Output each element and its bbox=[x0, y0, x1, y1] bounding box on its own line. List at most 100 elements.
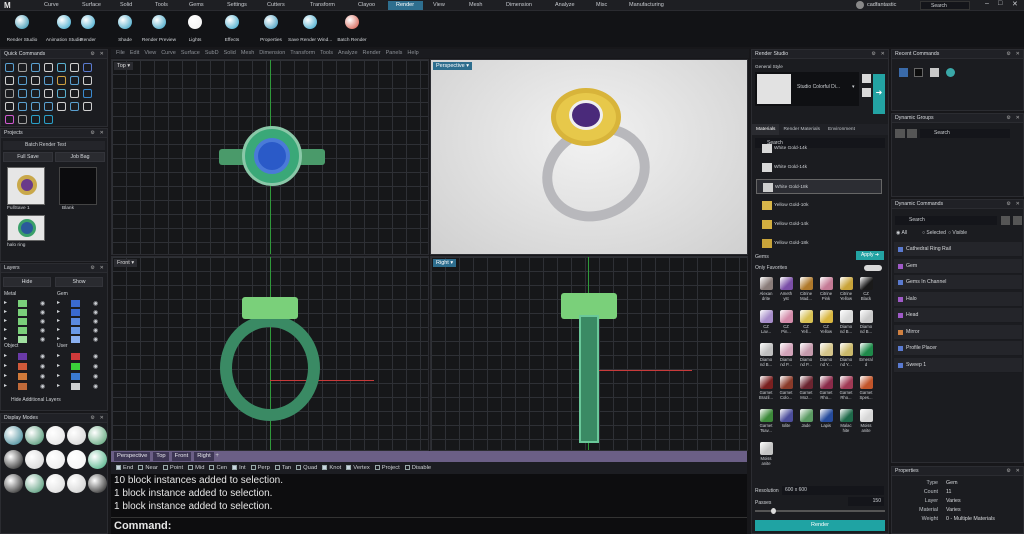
render-icon[interactable] bbox=[930, 68, 939, 77]
layer-color[interactable] bbox=[18, 309, 27, 316]
eye-icon[interactable]: ◉ bbox=[93, 383, 98, 390]
display-mode-swatch[interactable] bbox=[4, 450, 23, 469]
quick-command-icon[interactable] bbox=[31, 115, 40, 124]
checkbox[interactable] bbox=[209, 465, 215, 470]
tab-render[interactable]: Render bbox=[388, 1, 423, 10]
group-search-input[interactable]: Search bbox=[920, 129, 1010, 138]
menu-tools[interactable]: Tools bbox=[320, 50, 333, 56]
gem-swatch[interactable]: Citrine Pink bbox=[818, 277, 834, 306]
tab-transform[interactable]: Transform bbox=[302, 1, 348, 10]
osnap-near[interactable]: Near bbox=[138, 462, 158, 474]
quick-command-icon[interactable] bbox=[44, 89, 53, 98]
quick-command-icon[interactable] bbox=[70, 63, 79, 72]
dynamic-command-item[interactable]: Cathedral Ring Rail bbox=[894, 242, 1022, 257]
eye-icon[interactable]: ◉ bbox=[93, 373, 98, 380]
gem-swatch[interactable]: Moiss anite bbox=[758, 442, 774, 471]
viewport-tab-perspective[interactable]: Perspective bbox=[114, 452, 151, 461]
render-studio-tab[interactable]: Render Materials bbox=[779, 124, 824, 135]
tab-settings[interactable]: Settings bbox=[219, 1, 257, 10]
tab-misc[interactable]: Misc bbox=[588, 1, 619, 10]
layer-color[interactable] bbox=[18, 363, 27, 370]
ribbon-button-7[interactable]: Properties bbox=[249, 11, 293, 47]
dynamic-command-item[interactable]: Head bbox=[894, 308, 1022, 323]
list-view-icon[interactable] bbox=[1001, 216, 1010, 225]
viewport-label[interactable]: Top ▾ bbox=[114, 62, 134, 70]
checkbox[interactable] bbox=[162, 465, 168, 470]
layer-color[interactable] bbox=[18, 318, 27, 325]
passes-input[interactable]: 150 bbox=[848, 497, 884, 506]
gem-swatch[interactable]: CZ Yellow bbox=[818, 310, 834, 339]
layer-color[interactable] bbox=[71, 353, 80, 360]
layer-color[interactable] bbox=[71, 336, 80, 343]
quick-command-icon[interactable] bbox=[5, 76, 14, 85]
ungroup-icon[interactable] bbox=[907, 129, 917, 138]
close-icon[interactable]: ✕ bbox=[100, 129, 104, 138]
apply-style-button[interactable]: ➜ bbox=[873, 74, 885, 114]
eye-icon[interactable]: ◉ bbox=[93, 336, 98, 343]
viewport-tab-front[interactable]: Front bbox=[171, 452, 192, 461]
quick-command-icon[interactable] bbox=[57, 102, 66, 111]
expand-icon[interactable]: ▸ bbox=[4, 327, 7, 333]
menu-transform[interactable]: Transform bbox=[290, 50, 315, 56]
display-mode-swatch[interactable] bbox=[88, 450, 107, 469]
material-item[interactable]: White Gold-14k bbox=[756, 160, 882, 175]
full-save-button[interactable]: Full Save bbox=[3, 152, 53, 162]
expand-icon[interactable]: ▸ bbox=[4, 300, 7, 306]
expand-icon[interactable]: ▸ bbox=[4, 336, 7, 342]
gem-swatch[interactable]: Emeral d bbox=[858, 343, 874, 372]
checkbox[interactable] bbox=[116, 465, 121, 470]
quick-command-icon[interactable] bbox=[5, 115, 14, 124]
hide-layers-button[interactable]: Hide bbox=[3, 277, 51, 287]
expand-icon[interactable]: ▸ bbox=[57, 300, 60, 306]
material-item[interactable]: White Gold-14k bbox=[756, 141, 882, 156]
render-studio-tab[interactable]: Environment bbox=[824, 124, 859, 135]
layer-row[interactable]: ▸ ◉ bbox=[57, 299, 107, 308]
layer-color[interactable] bbox=[18, 383, 27, 390]
gem-swatch[interactable]: Garnet Rho... bbox=[838, 376, 854, 405]
project-thumbnail[interactable] bbox=[59, 167, 97, 205]
osnap-end[interactable]: End bbox=[116, 462, 133, 474]
gem-swatch[interactable]: Malac hite bbox=[838, 409, 854, 438]
gem-swatch[interactable]: Citrine Yellow bbox=[838, 277, 854, 306]
display-mode-swatch[interactable] bbox=[25, 426, 44, 445]
tab-manufacturing[interactable]: Manufacturing bbox=[621, 1, 666, 10]
tab-analyze[interactable]: Analyze bbox=[547, 1, 586, 10]
apply-button[interactable]: Apply ➜ bbox=[856, 251, 884, 260]
gear-icon[interactable]: ⚙ bbox=[90, 414, 95, 423]
eye-icon[interactable]: ◉ bbox=[93, 353, 98, 360]
quick-command-icon[interactable] bbox=[44, 102, 53, 111]
expand-icon[interactable]: ▸ bbox=[4, 318, 7, 324]
style-selector[interactable]: Studio Colorful Di... ▾ bbox=[755, 72, 859, 106]
eye-icon[interactable]: ◉ bbox=[93, 363, 98, 370]
layer-row[interactable]: ▸ ◉ bbox=[57, 308, 107, 317]
material-item[interactable]: White Gold-18k bbox=[756, 179, 882, 194]
osnap-mid[interactable]: Mid bbox=[188, 462, 204, 474]
gear-icon[interactable]: ⚙ bbox=[1006, 114, 1011, 123]
gem-swatch[interactable]: Diamo nd P... bbox=[798, 343, 814, 372]
osnap-tan[interactable]: Tan bbox=[274, 462, 291, 474]
render-studio-tab[interactable]: Materials bbox=[752, 124, 780, 135]
project-selector[interactable]: Batch Render Test bbox=[3, 141, 105, 150]
layer-row[interactable]: ▸ ◉ bbox=[57, 362, 107, 371]
display-mode-swatch[interactable] bbox=[4, 426, 23, 445]
dynamic-command-item[interactable]: Mirror bbox=[894, 324, 1022, 340]
viewport-label[interactable]: Front ▾ bbox=[114, 259, 138, 267]
quick-command-icon[interactable] bbox=[44, 76, 53, 85]
gem-swatch[interactable]: Jade bbox=[798, 409, 814, 438]
gear-icon[interactable]: ⚙ bbox=[871, 50, 876, 59]
close-icon[interactable]: ✕ bbox=[1016, 114, 1020, 123]
eye-icon[interactable]: ◉ bbox=[93, 309, 98, 316]
ribbon-button-8[interactable]: Save Render Wind... bbox=[288, 11, 332, 47]
expand-icon[interactable]: ▸ bbox=[57, 353, 60, 359]
gem-swatch[interactable]: Garnet Tsav... bbox=[758, 409, 774, 438]
checkbox[interactable] bbox=[322, 465, 328, 470]
eye-icon[interactable]: ◉ bbox=[40, 327, 45, 334]
viewport-tab-top[interactable]: Top bbox=[153, 452, 169, 461]
eye-icon[interactable]: ◉ bbox=[93, 300, 98, 307]
viewport-right[interactable]: Right ▾ bbox=[430, 256, 748, 451]
gear-icon[interactable]: ⚙ bbox=[1006, 50, 1011, 59]
tab-solid[interactable]: Solid bbox=[112, 1, 145, 10]
expand-icon[interactable]: ▸ bbox=[57, 336, 60, 342]
layer-row[interactable]: ▸ ◉ bbox=[4, 326, 54, 335]
quick-command-icon[interactable] bbox=[57, 63, 66, 72]
